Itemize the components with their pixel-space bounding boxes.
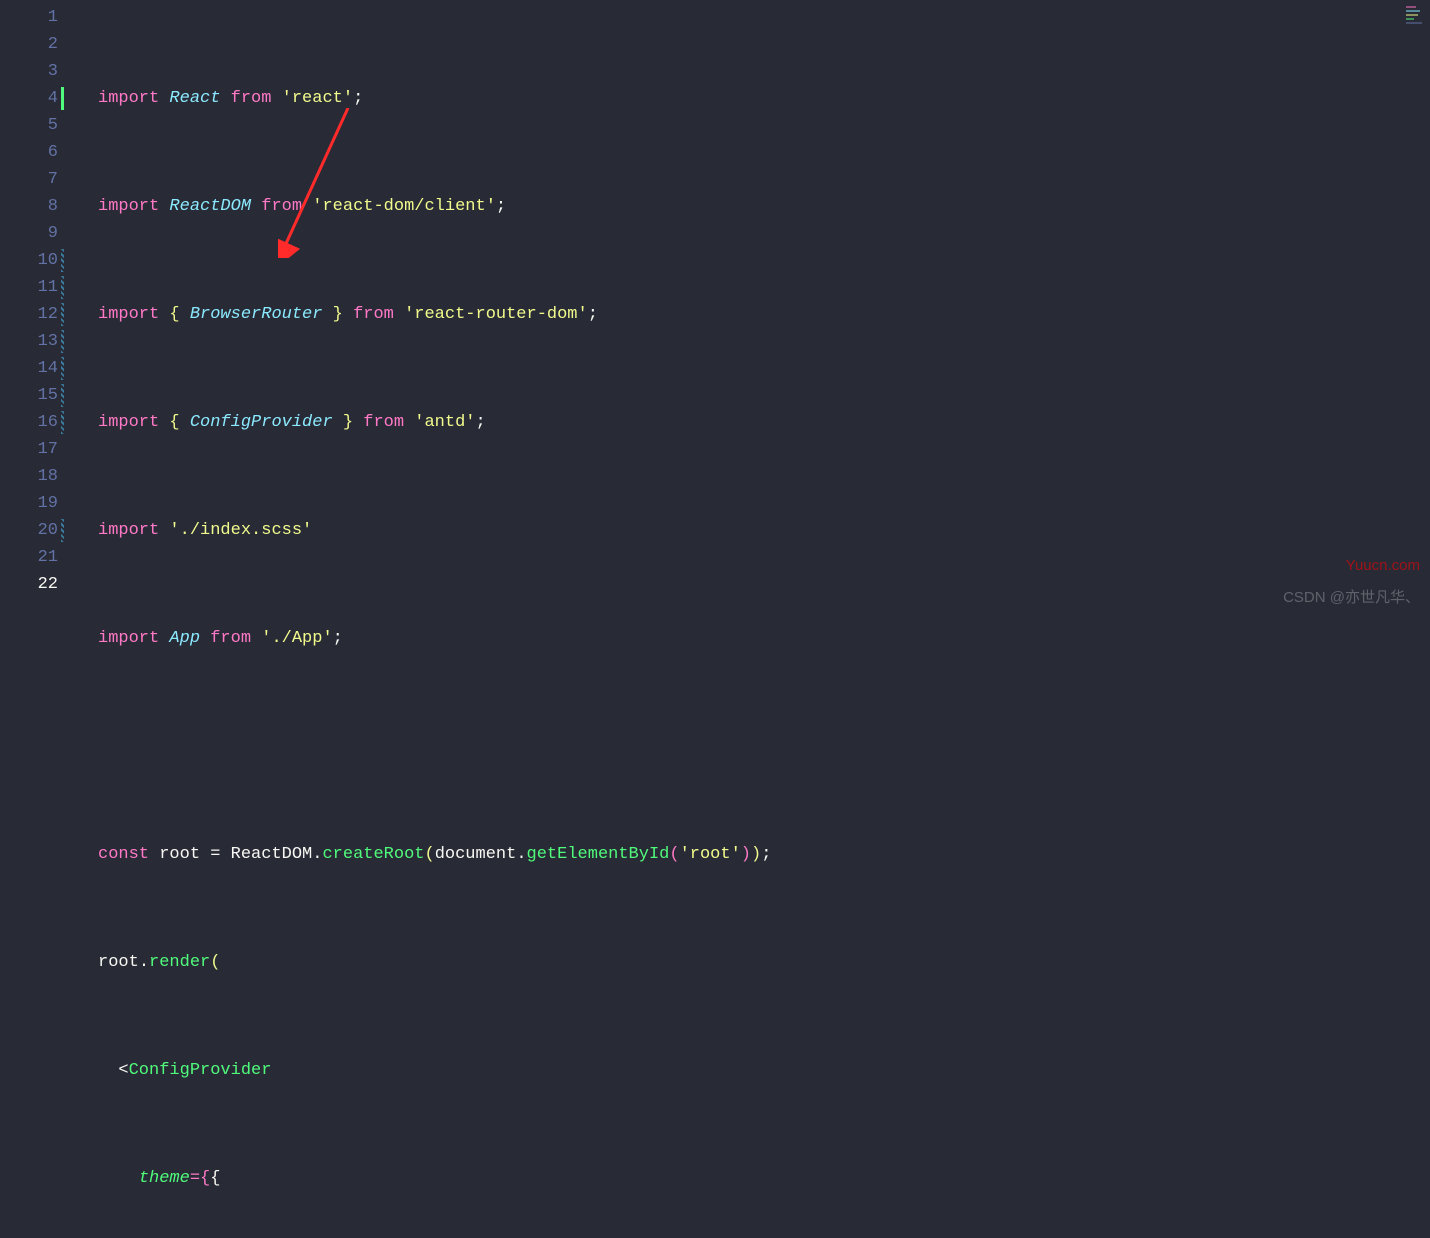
line-number: 4: [0, 85, 58, 112]
code-line: import './index.scss': [98, 517, 1430, 544]
code-line: import { BrowserRouter } from 'react-rou…: [98, 301, 1430, 328]
code-area[interactable]: import React from 'react'; import ReactD…: [70, 0, 1430, 619]
line-number: 12: [0, 301, 58, 328]
line-number: 19: [0, 490, 58, 517]
gutter-modified-icon: [61, 87, 64, 110]
code-line: import React from 'react';: [98, 85, 1430, 112]
line-number: 17: [0, 436, 58, 463]
line-number: 14: [0, 355, 58, 382]
code-line: import ReactDOM from 'react-dom/client';: [98, 193, 1430, 220]
gutter-modified-icon: [61, 249, 64, 272]
code-line: import { ConfigProvider } from 'antd';: [98, 409, 1430, 436]
gutter-modified-icon: [61, 384, 64, 407]
line-number: 20: [0, 517, 58, 544]
line-number-gutter: 12345678910111213141516171819202122: [0, 0, 70, 619]
gutter-modified-icon: [61, 411, 64, 434]
line-number: 5: [0, 112, 58, 139]
code-line: theme={{: [98, 1165, 1430, 1192]
line-number: 10: [0, 247, 58, 274]
gutter-modified-icon: [61, 519, 64, 542]
line-number: 3: [0, 58, 58, 85]
line-number: 21: [0, 544, 58, 571]
code-line: [98, 733, 1430, 760]
line-number: 6: [0, 139, 58, 166]
code-line: const root = ReactDOM.createRoot(documen…: [98, 841, 1430, 868]
line-number: 18: [0, 463, 58, 490]
line-number: 2: [0, 31, 58, 58]
line-number: 9: [0, 220, 58, 247]
line-number: 8: [0, 193, 58, 220]
gutter-modified-icon: [61, 357, 64, 380]
gutter-modified-icon: [61, 330, 64, 353]
code-editor[interactable]: 12345678910111213141516171819202122 impo…: [0, 0, 1430, 619]
line-number: 1: [0, 4, 58, 31]
minimap-icon[interactable]: [1406, 6, 1426, 42]
line-number: 16: [0, 409, 58, 436]
code-line: root.render(: [98, 949, 1430, 976]
line-number: 15: [0, 382, 58, 409]
line-number: 13: [0, 328, 58, 355]
line-number: 22: [0, 571, 58, 598]
gutter-modified-icon: [61, 276, 64, 299]
code-line: <ConfigProvider: [98, 1057, 1430, 1084]
gutter-modified-icon: [61, 303, 64, 326]
line-number: 7: [0, 166, 58, 193]
watermark-csdn: CSDN @亦世凡华、: [1283, 584, 1420, 611]
code-line: import App from './App';: [98, 625, 1430, 652]
line-number: 11: [0, 274, 58, 301]
watermark-yuucn: Yuucn.com: [1346, 552, 1420, 579]
